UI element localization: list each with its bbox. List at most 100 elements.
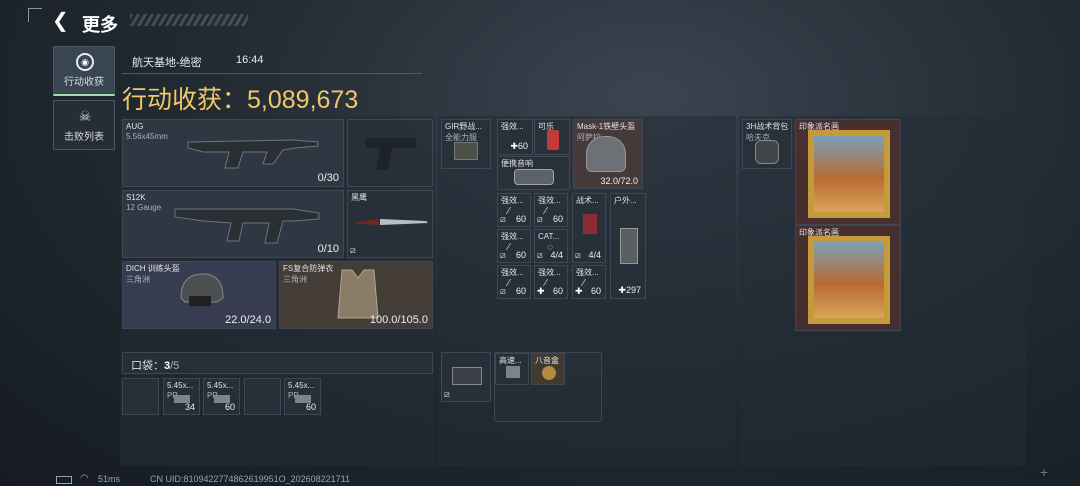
item-name: 强效... [501,196,524,205]
plus-icon: ✚ [537,286,545,296]
item-name: 强效... [501,122,524,131]
item-qty: 297 [625,285,641,295]
ammo-name: 5.45x... [207,381,234,390]
backpack-icon [755,140,779,164]
no-insure-icon: ⧄ [500,286,506,296]
helmet-icon [180,273,224,306]
no-insure-icon: ⧄ [537,214,543,224]
primary-weapon-slot[interactable]: AUG 5.56x45mm 0/30 [122,119,344,187]
item-qty-row: ✚60 [510,141,528,152]
item-name: 强效... [538,268,561,277]
ammo-qty: 34 [184,402,195,412]
ammo-qty: 60 [224,402,235,412]
item-qty: 4/4 [550,250,563,260]
helmet-durability: 22.0/24.0 [225,314,271,326]
armor-durability: 100.0/105.0 [369,314,428,326]
item-durability: 32.0/72.0 [600,176,638,186]
rig-item-slot[interactable]: 可乐 [534,119,570,155]
ping-text: 51ms [98,474,121,484]
mask-helmet-slot[interactable]: Mask-1铁壁头盔 阿萨拉 32.0/72.0 [573,119,643,189]
case-item-slot[interactable]: 八音盒 [531,353,565,385]
back-chevron-icon: ❮ [52,10,69,32]
med-slot[interactable]: 强效... ⁄ ⧄ 60 [497,265,531,299]
rig-icon [454,142,478,160]
item-qty: 60 [515,214,526,224]
no-insure-icon: ⧄ [500,214,506,224]
tab-loot[interactable]: ◉ 行动收获 [53,46,115,96]
secondary-weapon-slot[interactable]: S12K 12 Gauge 0/10 [122,190,344,258]
pocket-slot[interactable] [122,378,159,415]
page-title: 更多 [82,15,118,35]
title-stripes [130,14,248,26]
item-name: CAT... [538,232,560,241]
item-name: 高速... [499,356,522,365]
battery-icon [56,476,72,484]
weapon-ammo-type: 5.56x45mm [126,132,168,141]
item-name: 强效... [501,232,524,241]
med-slot[interactable]: 强效... ⁄ ✚ 60 [534,265,568,299]
pocket-slot[interactable] [244,378,281,415]
crosshair-icon: + [1040,464,1049,480]
item-qty: 60 [515,250,526,260]
item-name: 户外... [614,196,637,205]
ammo-qty: 60 [305,402,316,412]
loot-label: 行动收获： [122,86,248,114]
plus-icon: ✚ [510,141,518,151]
tactical-item-slot[interactable]: 战术... ⧄ 4/4 [572,193,606,263]
mask-helmet-icon [586,136,626,172]
armor-sub: 三角洲 [283,275,307,284]
tin-icon [620,228,638,264]
pocket-label: 口袋：3/5 [131,357,179,373]
helmet-slot[interactable]: DICH 训练头盔 三角洲 22.0/24.0 [122,261,276,329]
item-qty: 4/4 [588,250,601,260]
backpack-slot[interactable]: 3H战术背包 哈夫克 [742,119,792,169]
shotgun-icon [174,208,320,244]
skull-icon: ☠ [78,108,92,124]
item-name: 战术... [576,196,599,205]
coin-icon: ◉ [76,53,94,71]
weapon-ammo-type: 12 Gauge [126,203,162,212]
melee-slot[interactable]: 黑鹰 ⧄ [347,190,433,258]
corner-mark [28,8,42,22]
knife-icon [356,219,428,225]
pocket-total: /5 [170,360,180,372]
pistol-icon [366,138,416,170]
helmet-name: DICH 训练头盔 [126,264,180,273]
armor-slot[interactable]: FS复合防弹衣 三角洲 100.0/105.0 [279,261,433,329]
rig-item-slot[interactable]: 强效... ✚60 [497,119,533,155]
rifle-icon [187,139,319,169]
outdoor-item-slot[interactable]: 户外... ✚297 [610,193,646,299]
armor-name: FS复合防弹衣 [283,264,334,273]
pistol-slot[interactable] [347,119,433,187]
pocket-slot[interactable]: 5.45x... PP 60 [284,378,321,415]
item-name: 便携音响 [501,159,533,168]
med-slot[interactable]: 强效... ⁄ ✚ 60 [572,265,606,299]
painting-slot[interactable]: 印象派名画 [795,119,901,225]
pocket-slot[interactable]: 5.45x... PP 60 [203,378,240,415]
chest-rig-slot[interactable]: GIR野战... 全能力服 [441,119,491,169]
case-item-slot[interactable]: 高速... [495,353,529,385]
loot-value: 5,089,673 [247,86,359,114]
painting-icon [808,130,890,218]
med-slot[interactable]: 强效... ⁄ ⧄ 60 [497,193,531,227]
pocket-slot[interactable]: 5.45x... PP 34 [163,378,200,415]
item-qty: 60 [552,214,563,224]
match-time: 16:44 [236,54,264,66]
rig-item-slot[interactable]: 便携音响 [497,156,570,190]
item-name: 八音盒 [535,356,559,365]
wifi-icon: ◠ [80,473,89,484]
weapon-ammo: 0/30 [317,172,339,184]
case-slot[interactable]: ⧄ [441,352,491,402]
back-button[interactable]: ❮ 更多 [52,9,132,35]
painting-slot[interactable]: 印象派名画 [795,225,901,331]
med-slot[interactable]: 强效... ⁄ ⧄ 60 [534,193,568,227]
loot-value-row: 行动收获：5,089,673 [122,80,358,116]
no-insure-icon: ⧄ [500,250,506,260]
tab-kills[interactable]: ☠ 击败列表 [53,100,115,150]
med-slot[interactable]: 强效... ⁄ ⧄ 60 [497,229,531,263]
item-name: 强效... [576,268,599,277]
helmet-sub: 三角洲 [126,275,150,284]
med-slot[interactable]: CAT... ◌ ⧄ 4/4 [534,229,568,263]
music-box-icon [542,366,556,380]
no-insure-icon: ⧄ [350,245,356,255]
